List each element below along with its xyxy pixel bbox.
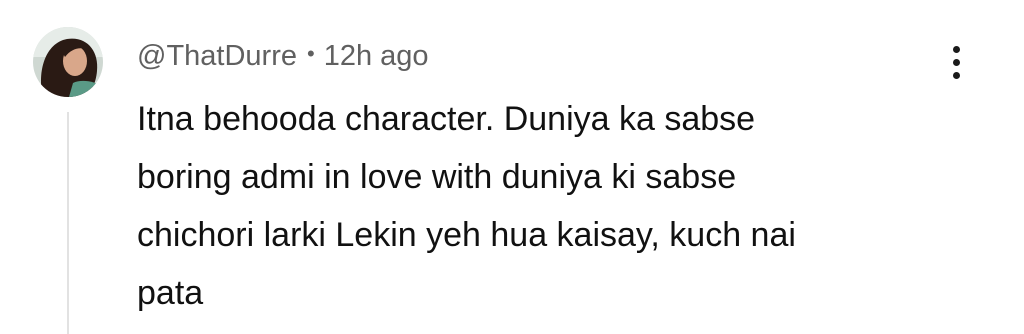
comment-text-line: pata [137, 274, 204, 312]
comment-text-line: boring admi in love with duniya ki sabse [137, 158, 737, 196]
user-avatar[interactable] [33, 27, 103, 97]
comment-text: Itna behooda character. Duniya ka sabse … [137, 90, 927, 322]
thread-line [67, 112, 69, 334]
meta-separator: • [306, 41, 315, 66]
comment-text-line: chichori larki Lekin yeh hua kaisay, kuc… [137, 216, 796, 254]
avatar-image [33, 27, 103, 97]
comment-meta: @ThatDurre • 12h ago [137, 36, 429, 76]
comment-text-line: Itna behooda character. Duniya ka sabse [137, 100, 756, 138]
comment-timestamp: 12h ago [323, 39, 429, 72]
menu-dot [952, 71, 960, 79]
comment-item: @ThatDurre • 12h ago Itna behooda charac… [0, 0, 1024, 334]
menu-dot [952, 45, 960, 53]
author-name[interactable]: @ThatDurre [137, 40, 297, 73]
menu-dot [952, 58, 960, 66]
more-vertical-icon[interactable] [938, 40, 974, 84]
